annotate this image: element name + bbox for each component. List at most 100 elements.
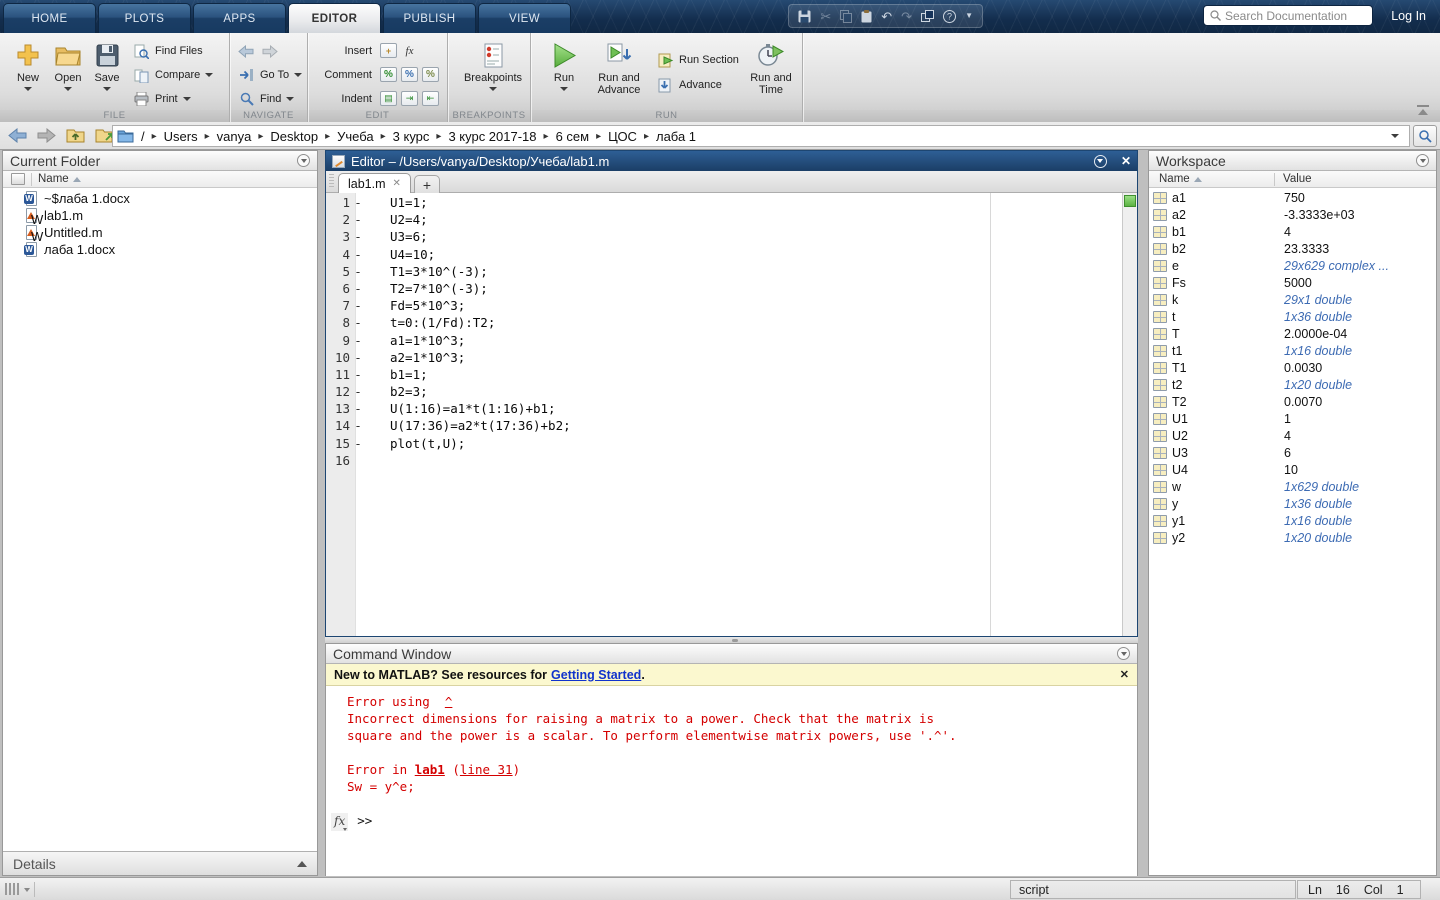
command-prompt[interactable]: >> <box>357 813 372 828</box>
code-line[interactable]: 12 - b2=3; <box>326 384 1121 401</box>
up-one-level-icon[interactable] <box>66 127 85 143</box>
tab-close-icon[interactable]: ✕ <box>393 178 401 189</box>
save-button[interactable]: Save <box>84 36 130 108</box>
breadcrumb-segment[interactable]: лаба 1 <box>656 129 696 144</box>
workspace-variable-row[interactable]: U4 10 <box>1149 461 1436 478</box>
uncomment-icon[interactable]: % <box>401 67 418 82</box>
breadcrumb-segment[interactable]: 3 курс 2017-18 <box>448 129 555 144</box>
login-button[interactable]: Log In <box>1391 9 1426 23</box>
command-window-body[interactable]: Error using ^Incorrect dimensions for ra… <box>326 686 1137 876</box>
insert-function-icon[interactable]: fx <box>401 43 418 58</box>
code-line[interactable]: 3 - U3=6; <box>326 229 1121 246</box>
workspace-variable-row[interactable]: a2 -3.3333e+03 <box>1149 206 1436 223</box>
indent-right-icon[interactable]: ⇥ <box>401 91 418 106</box>
search-input[interactable] <box>1225 9 1366 23</box>
workspace-variable-row[interactable]: y1 1x16 double <box>1149 512 1436 529</box>
editor-title-bar[interactable]: Editor – /Users/vanya/Desktop/Учеба/lab1… <box>326 151 1137 171</box>
paste-icon[interactable] <box>861 10 872 23</box>
error-caret-link[interactable]: ^ <box>445 694 453 709</box>
forward-nav-icon[interactable] <box>37 128 56 143</box>
workspace-variable-row[interactable]: e 29x629 complex ... <box>1149 257 1436 274</box>
workspace-variable-row[interactable]: y 1x36 double <box>1149 495 1436 512</box>
workspace-variable-row[interactable]: t1 1x16 double <box>1149 342 1436 359</box>
undo-icon[interactable]: ↶ <box>881 10 892 23</box>
editor-file-tab[interactable]: lab1.m ✕ <box>338 173 411 193</box>
code-line[interactable]: 9 - a1=1*10^3; <box>326 333 1121 350</box>
breadcrumb-segment[interactable]: 3 курс <box>393 129 449 144</box>
code-line[interactable]: 7 - Fd=5*10^3; <box>326 298 1121 315</box>
editor-close-icon[interactable]: ✕ <box>1121 155 1131 167</box>
code-line[interactable]: 4 - U4=10; <box>326 247 1121 264</box>
save-icon[interactable] <box>798 10 811 23</box>
panel-menu-icon[interactable] <box>1416 154 1429 167</box>
code-line[interactable]: 1 - U1=1; <box>326 195 1121 212</box>
indent-left-icon[interactable]: ⇤ <box>422 91 439 106</box>
qat-dropdown-caret-icon[interactable]: ▼ <box>965 12 973 20</box>
workspace-variable-row[interactable]: T 2.0000e-04 <box>1149 325 1436 342</box>
workspace-variable-row[interactable]: y2 1x20 double <box>1149 529 1436 546</box>
resize-grip[interactable] <box>3 882 35 897</box>
forward-icon[interactable] <box>262 45 278 58</box>
back-icon[interactable] <box>238 45 254 58</box>
workspace-variable-row[interactable]: T1 0.0030 <box>1149 359 1436 376</box>
code-line[interactable]: 6 - T2=7*10^(-3); <box>326 281 1121 298</box>
breadcrumb-segment[interactable]: / <box>141 129 164 144</box>
workspace-columns-header[interactable]: Name Value <box>1149 171 1436 188</box>
code-line[interactable]: 15 - plot(t,U); <box>326 436 1121 453</box>
getting-started-link[interactable]: Getting Started <box>551 668 641 682</box>
workspace-variable-row[interactable]: U1 1 <box>1149 410 1436 427</box>
code-analyzer-strip[interactable] <box>1122 193 1137 636</box>
workspace-variable-row[interactable]: w 1x629 double <box>1149 478 1436 495</box>
workspace-variable-row[interactable]: b1 4 <box>1149 223 1436 240</box>
editor-menu-icon[interactable] <box>1094 155 1107 168</box>
find-button[interactable]: Find <box>238 88 302 110</box>
minimize-ribbon-icon[interactable] <box>1416 105 1430 117</box>
breadcrumb-segment[interactable]: Desktop <box>270 129 337 144</box>
comment-icon[interactable]: % <box>380 67 397 82</box>
current-folder-path[interactable]: / Users vanya Desktop Учеба 3 курс 3 кур… <box>112 125 1410 147</box>
ribbon-tab[interactable]: APPS <box>193 3 286 33</box>
advance-button[interactable]: Advance <box>657 74 739 96</box>
breadcrumb-segment[interactable]: vanya <box>217 129 271 144</box>
file-list-item[interactable]: W Untitled.m <box>3 224 317 241</box>
workspace-variable-row[interactable]: T2 0.0070 <box>1149 393 1436 410</box>
workspace-variable-row[interactable]: U3 6 <box>1149 444 1436 461</box>
code-line[interactable]: 14 - U(17:36)=a2*t(17:36)+b2; <box>326 418 1121 435</box>
print-button[interactable]: Print <box>133 88 213 110</box>
search-folder-button[interactable] <box>1413 125 1437 147</box>
banner-close-icon[interactable]: ✕ <box>1120 668 1129 681</box>
fx-button[interactable]: fx <box>331 813 348 831</box>
workspace-variable-row[interactable]: k 29x1 double <box>1149 291 1436 308</box>
redo-icon[interactable]: ↷ <box>901 10 912 23</box>
breadcrumb-segment[interactable]: Users <box>164 129 217 144</box>
code-editor-area[interactable]: 1 - U1=1; 2 - U2=4; 3 - U3=6; 4 <box>326 193 1137 636</box>
ribbon-tab[interactable]: EDITOR <box>288 3 381 33</box>
workspace-variable-row[interactable]: b2 23.3333 <box>1149 240 1436 257</box>
code-line[interactable]: 5 - T1=3*10^(-3); <box>326 264 1121 281</box>
wrap-comments-icon[interactable]: % <box>422 67 439 82</box>
run-section-button[interactable]: Run Section <box>657 49 739 71</box>
run-button[interactable]: Run <box>541 36 587 108</box>
breakpoints-button[interactable]: Breakpoints <box>465 36 521 108</box>
new-tab-button[interactable]: + <box>414 175 440 193</box>
code-line[interactable]: 2 - U2=4; <box>326 212 1121 229</box>
insert-section-icon[interactable]: + <box>380 43 397 58</box>
smart-indent-icon[interactable]: ▤ <box>380 91 397 106</box>
breadcrumb-segment[interactable]: ЦОС <box>608 129 656 144</box>
workspace-variable-row[interactable]: U2 4 <box>1149 427 1436 444</box>
file-list-item[interactable]: W лаба 1.docx <box>3 241 317 258</box>
path-dropdown-caret-icon[interactable] <box>1391 134 1399 138</box>
compare-button[interactable]: Compare <box>133 64 213 86</box>
file-list-item[interactable]: W ~$лаба 1.docx <box>3 190 317 207</box>
ribbon-tab[interactable]: HOME <box>3 3 96 33</box>
breadcrumb-segment[interactable]: 6 сем <box>556 129 609 144</box>
run-and-time-button[interactable]: Run and Time <box>743 36 799 108</box>
code-line[interactable]: 13 - U(1:16)=a1*t(1:16)+b1; <box>326 401 1121 418</box>
code-line[interactable]: 10 - a2=1*10^3; <box>326 350 1121 367</box>
copy-icon[interactable] <box>840 10 852 23</box>
panel-menu-icon[interactable] <box>297 154 310 167</box>
code-line[interactable]: 11 - b1=1; <box>326 367 1121 384</box>
help-icon[interactable]: ? <box>943 10 956 23</box>
run-and-advance-button[interactable]: Run and Advance <box>589 36 649 108</box>
panel-menu-icon[interactable] <box>1117 647 1130 660</box>
